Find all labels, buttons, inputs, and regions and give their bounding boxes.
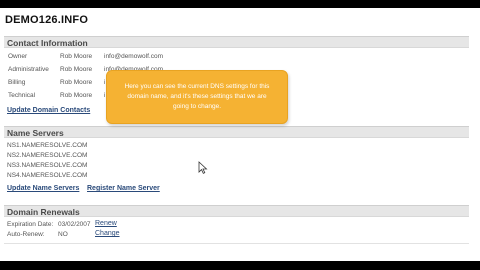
mouse-cursor-icon (198, 161, 208, 174)
contact-name: Rob Moore (60, 53, 93, 60)
contact-role-label: Owner (8, 53, 28, 60)
register-name-server-link[interactable]: Register Name Server (87, 185, 160, 192)
name-server-item: NS2.NAMERESOLVE.COM (7, 152, 88, 159)
update-name-servers-link[interactable]: Update Name Servers (7, 185, 79, 192)
contact-name: Rob Moore (60, 92, 93, 99)
tutorial-callout-text: Here you can see the current DNS setting… (124, 83, 270, 110)
domain-renewals-section-header: Domain Renewals (4, 205, 469, 217)
expiration-date-label: Expiration Date: (7, 221, 54, 228)
expiration-date-value: 03/02/2007 (58, 221, 91, 228)
name-server-item: NS4.NAMERESOLVE.COM (7, 172, 88, 179)
auto-renew-label: Auto-Renew: (7, 231, 45, 238)
update-domain-contacts-link[interactable]: Update Domain Contacts (7, 107, 90, 114)
name-server-item: NS1.NAMERESOLVE.COM (7, 142, 88, 149)
name-server-item: NS3.NAMERESOLVE.COM (7, 162, 88, 169)
bottom-letterbox-bar (0, 261, 480, 270)
tutorial-callout: Here you can see the current DNS setting… (106, 70, 288, 124)
contact-role-label: Administrative (8, 66, 49, 73)
renew-link[interactable]: Renew (95, 220, 117, 227)
bottom-divider (4, 243, 469, 244)
contact-role-label: Billing (8, 79, 26, 86)
contact-section-header: Contact Information (4, 36, 469, 48)
contact-email: info@demowolf.com (104, 53, 163, 60)
change-auto-renew-link[interactable]: Change (95, 230, 120, 237)
top-letterbox-bar (0, 0, 480, 8)
name-servers-section-header: Name Servers (4, 126, 469, 138)
auto-renew-value: NO (58, 231, 68, 238)
contact-role-label: Technical (8, 92, 36, 99)
contact-name: Rob Moore (60, 66, 93, 73)
contact-name: Rob Moore (60, 79, 93, 86)
domain-title: DEMO126.INFO (5, 14, 89, 26)
